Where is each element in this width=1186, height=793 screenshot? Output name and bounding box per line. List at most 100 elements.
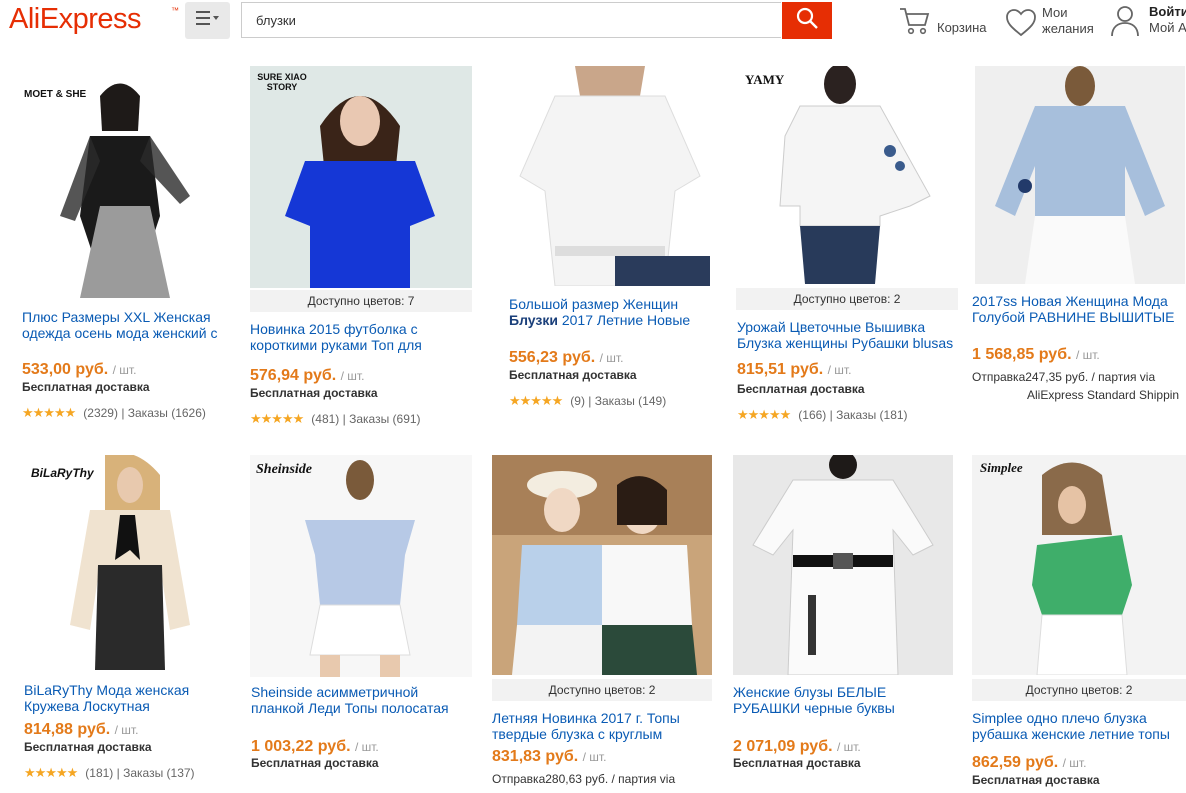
product-title-line2: Блузки 2017 Летние Новые [509, 312, 690, 328]
product-title[interactable]: Плюс Размеры XXL Женская одежда осень мо… [22, 309, 217, 341]
product-title-line2: Кружева Лоскутная [24, 698, 150, 714]
search-input[interactable] [242, 3, 781, 37]
price-unit: / шт. [1062, 756, 1087, 770]
user-icon[interactable] [1110, 5, 1140, 42]
review-count[interactable]: (2329) [83, 406, 118, 420]
order-count[interactable]: | Заказы (137) [117, 766, 195, 780]
price-unit: / шт. [827, 363, 852, 377]
colors-available: Доступно цветов: 2 [492, 679, 712, 701]
product-price: 2 071,09 руб. / шт. [733, 738, 861, 756]
shipping-cost: Отправка280,63 руб. / партия via [492, 772, 676, 786]
product-image[interactable] [250, 455, 472, 677]
product-title[interactable]: Женские блузы БЕЛЫЕ РУБАШКИ черные буквы [733, 684, 895, 716]
price-value: 1 568,85 руб. [972, 346, 1072, 363]
star-rating-icon: ★★★★★ [509, 393, 563, 408]
review-count[interactable]: (166) [798, 408, 826, 422]
order-count[interactable]: | Заказы (1626) [121, 406, 206, 420]
star-rating-icon: ★★★★★ [250, 411, 304, 426]
heart-icon[interactable] [1005, 8, 1037, 43]
product-image[interactable] [740, 66, 960, 284]
product-title[interactable]: Новинка 2015 футболка с короткими руками… [250, 321, 422, 353]
product-image[interactable] [975, 66, 1185, 284]
product-title-line1: Женские блузы БЕЛЫЕ [733, 684, 887, 700]
price-value: 556,23 руб. [509, 349, 596, 366]
wishlist-label-line1: Мои [1042, 5, 1068, 20]
price-unit: / шт. [582, 750, 607, 764]
price-unit: / шт. [114, 723, 139, 737]
product-image[interactable] [505, 66, 715, 286]
menu-icon [195, 11, 220, 30]
wishlist-link[interactable]: Мои желания [1042, 5, 1094, 37]
product-title[interactable]: 2017ss Новая Женщина Мода Голубой РАВНИН… [972, 293, 1174, 325]
product-title-line1: Плюс Размеры XXL Женская [22, 309, 211, 325]
shipping-info: Бесплатная доставка [22, 380, 150, 394]
star-rating-icon: ★★★★★ [737, 407, 791, 422]
trademark-mark: ™ [171, 6, 179, 15]
product-image[interactable] [733, 455, 953, 675]
product-title[interactable]: Летняя Новинка 2017 г. Топы твердые блуз… [492, 710, 680, 742]
product-image[interactable] [492, 455, 712, 675]
order-count[interactable]: | Заказы (691) [343, 412, 421, 426]
colors-available: Доступно цветов: 2 [972, 679, 1186, 701]
product-title-line2: твердые блузка с круглым [492, 726, 663, 742]
product-image[interactable] [250, 66, 472, 288]
star-rating-icon: ★★★★★ [22, 405, 76, 420]
product-title[interactable]: BiLaRyThy Мода женская Кружева Лоскутная [24, 682, 189, 714]
shipping-info: Бесплатная доставка [509, 368, 637, 382]
product-price: 1 568,85 руб. / шт. [972, 346, 1100, 364]
product-title[interactable]: Большой размер Женщин Блузки 2017 Летние… [509, 296, 690, 328]
order-count[interactable]: | Заказы (181) [830, 408, 908, 422]
brand-logo: SURE XIAO STORY [257, 72, 307, 92]
shipping-info: Бесплатная доставка [972, 773, 1100, 787]
review-count[interactable]: (9) [570, 394, 585, 408]
product-title[interactable]: Simplee одно плечо блузка рубашка женски… [972, 710, 1170, 742]
shipping-info: Бесплатная доставка [251, 756, 379, 770]
search-button[interactable] [782, 2, 832, 39]
product-price: 862,59 руб. / шт. [972, 754, 1086, 772]
product-title-line1: Sheinside асимметричной [251, 684, 419, 700]
price-value: 533,00 руб. [22, 361, 109, 378]
shipping-cost: Отправка247,35 руб. / партия via [972, 370, 1156, 384]
product-price: 814,88 руб. / шт. [24, 721, 138, 739]
price-value: 831,83 руб. [492, 748, 579, 765]
price-unit: / шт. [1075, 348, 1100, 362]
review-count[interactable]: (481) [311, 412, 339, 426]
product-title[interactable]: Урожай Цветочные Вышивка Блузка женщины … [737, 319, 953, 351]
product-title-line1: Новинка 2015 футболка с [250, 321, 418, 337]
product-image[interactable] [972, 455, 1186, 675]
rating-row: ★★★★★ (481) | Заказы (691) [250, 411, 421, 427]
price-value: 862,59 руб. [972, 754, 1059, 771]
brand-logo: Simplee [980, 460, 1023, 475]
account-link[interactable]: Войти Мой А [1149, 4, 1186, 36]
price-value: 1 003,22 руб. [251, 738, 351, 755]
price-unit: / шт. [112, 363, 137, 377]
cart-link[interactable]: Корзина [937, 20, 987, 36]
product-title-rest: 2017 Летние Новые [557, 312, 691, 328]
price-value: 576,94 руб. [250, 367, 337, 384]
price-unit: / шт. [836, 740, 861, 754]
colors-available: Доступно цветов: 7 [250, 290, 472, 312]
aliexpress-logo[interactable]: AliExpress [9, 3, 142, 36]
product-title[interactable]: Sheinside асимметричной планкой Леди Топ… [251, 684, 449, 716]
search-icon [795, 6, 819, 35]
price-value: 2 071,09 руб. [733, 738, 833, 755]
price-unit: / шт. [599, 351, 624, 365]
price-value: 815,51 руб. [737, 361, 824, 378]
product-image[interactable] [20, 66, 220, 298]
brand-logo: YAMY [745, 72, 785, 87]
star-rating-icon: ★★★★★ [24, 765, 78, 780]
cart-icon[interactable] [898, 6, 930, 41]
review-count[interactable]: (181) [85, 766, 113, 780]
brand-logo: MOET & SHE [24, 89, 87, 100]
rating-row: ★★★★★ (181) | Заказы (137) [24, 765, 195, 781]
product-title-line1: 2017ss Новая Женщина Мода [972, 293, 1168, 309]
categories-menu-button[interactable] [185, 2, 230, 39]
order-count[interactable]: | Заказы (149) [588, 394, 666, 408]
product-image[interactable] [20, 455, 225, 677]
sign-in-label: Войти [1149, 4, 1186, 19]
product-price: 1 003,22 руб. / шт. [251, 738, 379, 756]
product-price: 556,23 руб. / шт. [509, 349, 623, 367]
price-unit: / шт. [340, 369, 365, 383]
product-title-line2: одежда осень мода женский с [22, 325, 218, 341]
search-field[interactable] [241, 2, 781, 38]
